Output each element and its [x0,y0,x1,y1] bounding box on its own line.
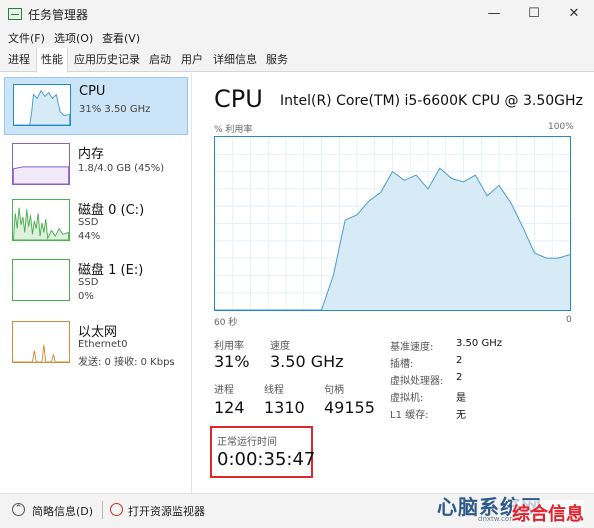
sidebar-disk1-usage: 0% [78,291,94,302]
speed-label: 速度 [270,341,290,352]
task-manager-app-icon [8,8,22,20]
sidebar-cpu-usage: 31% 3.50 GHz [79,104,151,115]
menu-view[interactable]: 查看(V) [102,30,140,46]
virtual-machine-value: 是 [456,393,466,404]
menu-bar: 文件(F) 选项(O) 查看(V) [0,28,594,48]
disk1-mini-graph [12,259,70,301]
sidebar-item-ethernet[interactable]: 以太网 Ethernet0 发送: 0 接收: 0 Kbps [4,315,188,373]
cpu-detail-panel: CPU Intel(R) Core(TM) i5-6600K CPU @ 3.5… [200,73,594,493]
window-title: 任务管理器 [28,8,89,22]
cpu-heading: CPU [214,85,263,113]
l1-cache-label: L1 缓存: [390,410,429,421]
utilization-axis-label: % 利用率 [214,125,253,135]
sockets-value: 2 [456,355,463,366]
tab-details[interactable]: 详细信息 [210,48,260,72]
processes-label: 进程 [214,385,234,396]
menu-file[interactable]: 文件(F) [8,30,45,46]
sidebar-item-memory[interactable]: 内存 1.8/4.0 GB (45%) [4,137,188,195]
sockets-label: 插槽: [390,359,414,370]
threads-label: 线程 [264,385,284,396]
sidebar-item-cpu[interactable]: CPU 31% 3.50 GHz [4,77,188,135]
sidebar-disk0-type: SSD [78,217,99,228]
cpu-utilization-chart [214,136,571,311]
sidebar-item-disk0[interactable]: 磁盘 0 (C:) SSD 44% [4,193,188,251]
sidebar-ethernet-throughput: 发送: 0 接收: 0 Kbps [78,357,175,368]
speed-value: 3.50 GHz [270,352,344,371]
uptime-label: 正常运行时间 [217,437,277,448]
resource-sidebar: CPU 31% 3.50 GHz 内存 1.8/4.0 GB (45%) 磁盘 … [0,73,192,493]
sidebar-disk1-name: 磁盘 1 (E:) [78,263,144,278]
sidebar-memory-usage: 1.8/4.0 GB (45%) [78,163,165,174]
sidebar-ethernet-name: 以太网 [78,325,118,340]
resource-monitor-icon[interactable] [110,503,123,516]
x-axis-start-label: 60 秒 [214,318,238,328]
tab-performance[interactable]: 性能 [36,48,68,73]
close-button[interactable]: ✕ [558,3,590,25]
handles-value: 49155 [324,398,375,417]
sidebar-disk1-type: SSD [78,277,99,288]
chevron-up-icon[interactable]: ⌃ [12,503,25,516]
threads-value: 1310 [264,398,305,417]
tab-services[interactable]: 服务 [263,48,291,72]
tab-bar: 进程 性能 应用历史记录 启动 用户 详细信息 服务 [0,48,594,73]
base-speed-label: 基准速度: [390,342,434,353]
watermark-badge: 综合信息 [512,500,584,526]
title-bar: 任务管理器 — ☐ ✕ [0,0,594,28]
sidebar-memory-name: 内存 [78,147,105,162]
watermark-url: dnxtw.com [478,515,517,523]
cpu-model-name: Intel(R) Core(TM) i5-6600K CPU @ 3.50GHz [280,93,583,109]
virtual-machine-label: 虚拟机: [390,393,424,404]
cpu-mini-graph [13,84,71,126]
memory-mini-graph [12,143,70,185]
tab-startup[interactable]: 启动 [146,48,174,72]
minimize-button[interactable]: — [478,3,510,25]
tab-processes[interactable]: 进程 [4,48,34,72]
disk0-mini-graph [12,199,70,241]
sidebar-item-disk1[interactable]: 磁盘 1 (E:) SSD 0% [4,253,188,311]
tab-users[interactable]: 用户 [178,48,206,72]
footer-divider [102,501,103,519]
l1-cache-value: 无 [456,410,466,421]
menu-options[interactable]: 选项(O) [54,30,93,46]
x-axis-end-label: 0 [566,315,572,325]
sidebar-cpu-name: CPU [79,84,106,99]
maximize-button[interactable]: ☐ [518,3,550,25]
uptime-value: 0:00:35:47 [217,449,316,470]
sidebar-disk0-usage: 44% [78,231,101,242]
processes-value: 124 [214,398,245,417]
sidebar-ethernet-adapter: Ethernet0 [78,339,128,350]
handles-label: 句柄 [324,385,344,396]
tab-app-history[interactable]: 应用历史记录 [70,48,144,72]
utilization-label: 利用率 [214,341,244,352]
ethernet-mini-graph [12,321,70,363]
virtual-processors-value: 2 [456,372,463,383]
open-resource-monitor-link[interactable]: 打开资源监视器 [128,503,205,519]
base-speed-value: 3.50 GHz [456,338,502,349]
sidebar-disk0-name: 磁盘 0 (C:) [78,203,145,218]
utilization-value: 31% [214,352,250,371]
utilization-axis-max: 100% [548,122,574,132]
uptime-highlight-box: 正常运行时间 0:00:35:47 [210,426,316,478]
virtual-processors-label: 虚拟处理器: [390,376,444,387]
fewer-details-link[interactable]: 简略信息(D) [32,503,93,519]
